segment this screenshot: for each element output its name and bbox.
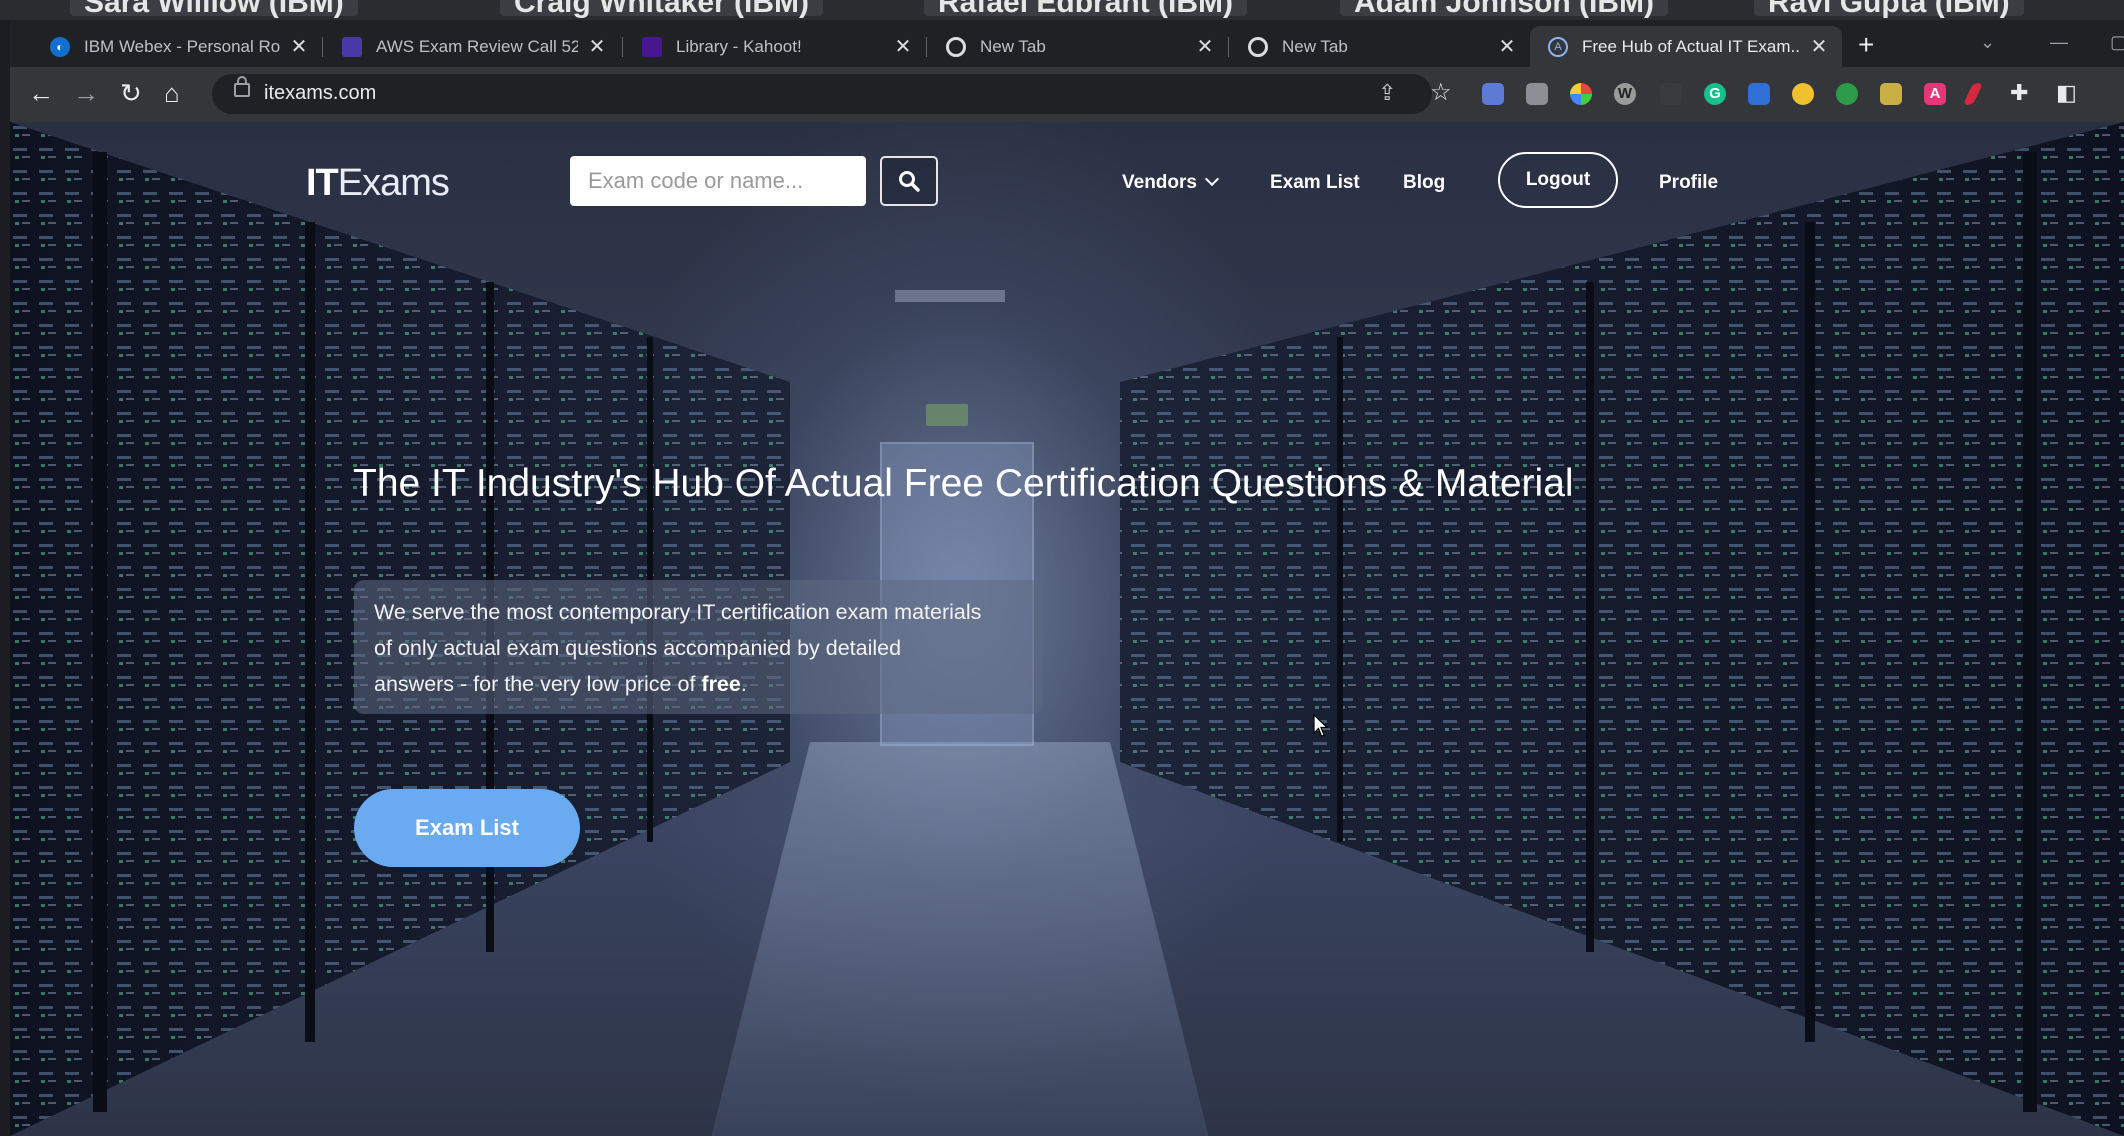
tab-title: IBM Webex - Personal Room <box>84 36 280 56</box>
itexams-logo[interactable]: ITExams <box>306 162 450 205</box>
close-icon[interactable]: ✕ <box>1496 34 1518 59</box>
nav-exam-list[interactable]: Exam List <box>1270 172 1360 194</box>
nav-blog[interactable]: Blog <box>1403 172 1445 194</box>
puzzle-colored-extension-icon[interactable] <box>1880 83 1902 105</box>
tab-title: AWS Exam Review Call 520... <box>376 36 578 56</box>
nav-vendors[interactable]: Vendors <box>1122 171 1220 194</box>
chrome-icon <box>946 36 966 57</box>
share-icon[interactable]: ⇪ <box>1378 80 1396 106</box>
minimize-icon[interactable]: — <box>2050 32 2068 53</box>
browser-tab-strip: ◐ IBM Webex - Personal Room ✕ AWS Exam R… <box>10 20 2124 67</box>
acrobat-extension-icon[interactable]: A <box>1924 83 1946 105</box>
nav-profile[interactable]: Profile <box>1659 172 1718 194</box>
exam-search-input[interactable] <box>570 156 866 206</box>
logout-button[interactable]: Logout <box>1498 152 1618 208</box>
search-button[interactable] <box>880 156 938 206</box>
address-bar[interactable]: itexams.com ⇪ <box>212 74 1432 114</box>
itexams-page: ITExams Vendors Exam List Blog Logout Pr… <box>10 122 2124 1136</box>
tab-divider <box>1228 37 1229 57</box>
color-picker-extension-icon[interactable] <box>1570 83 1592 105</box>
hero-description-line: We serve the most contemporary IT certif… <box>374 600 982 624</box>
bookmark-star-icon[interactable]: ☆ <box>1430 78 1452 108</box>
mouse-cursor-icon <box>1313 714 1329 737</box>
tab-search-icon[interactable]: ⌄ <box>1980 32 1995 53</box>
tab-title: Free Hub of Actual IT Exam... <box>1582 36 1800 56</box>
dark-extension-icon[interactable] <box>1660 83 1682 105</box>
url-text: itexams.com <box>264 82 377 104</box>
tab-divider <box>622 37 623 57</box>
tab-itexams[interactable]: A Free Hub of Actual IT Exam... ✕ <box>1530 26 1842 67</box>
close-icon[interactable]: ✕ <box>1194 34 1216 59</box>
itexams-icon: A <box>1548 36 1568 57</box>
participant-name: Ravi Gupta (IBM) <box>1754 0 2024 19</box>
meeting-participants-strip: Sara Willlow (IBM) Craig Whitaker (IBM) … <box>0 0 2124 20</box>
close-icon[interactable]: ✕ <box>892 34 914 59</box>
reload-icon[interactable]: ↻ <box>120 78 142 108</box>
hero-description-line: of only actual exam questions accompanie… <box>374 636 902 660</box>
logo-part-it: IT <box>306 162 339 204</box>
blue-extension-icon[interactable] <box>1748 83 1770 105</box>
close-icon[interactable]: ✕ <box>288 34 310 59</box>
green-extension-icon[interactable] <box>1836 83 1858 105</box>
maximize-icon[interactable]: ▢ <box>2110 32 2124 53</box>
tab-new-tab-2[interactable]: New Tab ✕ <box>1230 26 1530 67</box>
chrome-icon <box>1248 36 1268 57</box>
close-icon[interactable]: ✕ <box>1808 34 1830 59</box>
lock-icon[interactable] <box>234 76 250 97</box>
tab-new-tab-1[interactable]: New Tab ✕ <box>928 26 1228 67</box>
hero-description: We serve the most contemporary IT certif… <box>354 580 1043 714</box>
hero-title: The IT Industry's Hub Of Actual Free Cer… <box>353 462 1574 505</box>
kahoot-icon <box>642 36 662 57</box>
chevron-down-icon <box>1204 171 1220 187</box>
back-icon[interactable]: ← <box>28 78 54 108</box>
honey-extension-icon[interactable] <box>1792 83 1814 105</box>
nav-vendors-label: Vendors <box>1122 172 1197 193</box>
tab-aws-exam-review[interactable]: AWS Exam Review Call 520... ✕ <box>324 26 620 67</box>
hero-description-line: answers - for the very low price of free… <box>374 666 1023 702</box>
search-icon <box>899 171 920 192</box>
tab-title: Library - Kahoot! <box>676 36 802 56</box>
exit-sign <box>926 404 968 426</box>
participant-name: Craig Whitaker (IBM) <box>500 0 824 19</box>
screencast-extension-icon[interactable] <box>1482 83 1504 105</box>
browser-toolbar: ← → ↻ ⌂ itexams.com ⇪ ☆ W G A ✚ ◧ <box>10 67 2124 122</box>
close-icon[interactable]: ✕ <box>586 34 608 59</box>
participant-name: Sara Willlow (IBM) <box>70 0 358 19</box>
tab-divider <box>926 37 927 57</box>
tab-title: New Tab <box>980 36 1046 56</box>
logo-part-exams: Exams <box>337 162 450 204</box>
participant-name: Adam Johnson (IBM) <box>1340 0 1668 19</box>
pen-extension-icon[interactable] <box>1962 83 1984 105</box>
ceiling-light <box>895 290 1005 302</box>
side-panel-icon[interactable]: ◧ <box>2056 78 2077 108</box>
forward-icon[interactable]: → <box>73 78 99 108</box>
tab-kahoot[interactable]: Library - Kahoot! ✕ <box>624 26 926 67</box>
new-tab-button[interactable]: + <box>1858 30 1874 60</box>
w-extension-icon[interactable]: W <box>1614 83 1636 105</box>
hero-description-text: answers - for the very low price of <box>374 672 702 696</box>
tab-title: New Tab <box>1282 36 1348 56</box>
webex-icon: ◐ <box>50 36 70 57</box>
hero-description-free: free <box>701 672 741 696</box>
tab-divider <box>322 37 323 57</box>
tab-webex[interactable]: ◐ IBM Webex - Personal Room ✕ <box>32 26 322 67</box>
doc-icon <box>342 36 362 57</box>
exam-list-cta-button[interactable]: Exam List <box>354 789 580 867</box>
home-icon[interactable]: ⌂ <box>164 78 180 108</box>
hero-description-period: . <box>740 672 747 696</box>
grammarly-extension-icon[interactable]: G <box>1704 83 1726 105</box>
participant-name: Rafael Edbrant (IBM) <box>924 0 1248 19</box>
privacy-extension-icon[interactable] <box>1526 83 1548 105</box>
extensions-puzzle-icon[interactable]: ✚ <box>2010 78 2028 108</box>
